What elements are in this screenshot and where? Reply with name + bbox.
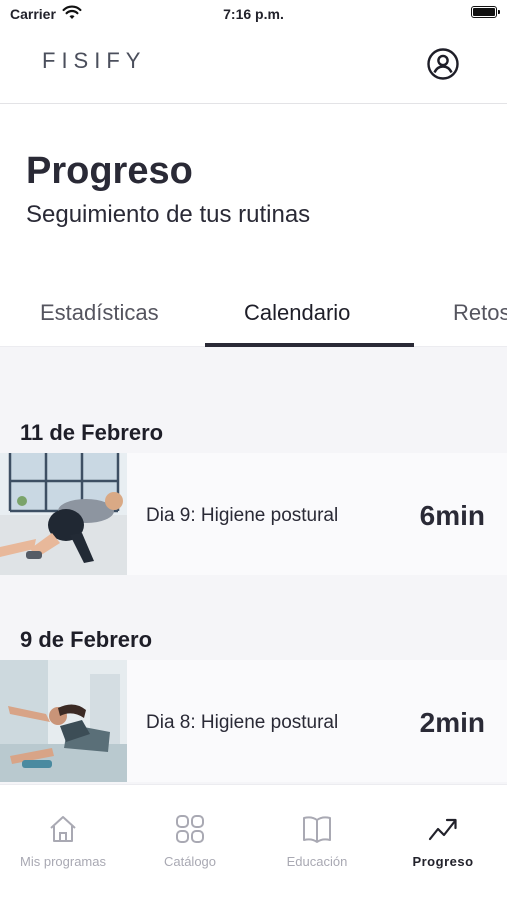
app-logo: FISIFY	[42, 48, 147, 73]
trending-up-icon	[428, 818, 457, 841]
session-thumbnail	[0, 453, 127, 575]
tab-label: Mis programas	[20, 854, 106, 869]
tab-progreso[interactable]: Progreso	[380, 785, 506, 901]
app-header: FISIFY	[0, 28, 507, 104]
page-title: Progreso	[26, 150, 193, 192]
session-duration: 2min	[419, 707, 485, 738]
day-date: 9 de Febrero	[20, 627, 153, 652]
page-subtitle: Seguimiento de tus rutinas	[26, 201, 311, 228]
session-name: Dia 9: Higiene postural	[146, 505, 339, 526]
user-circle-icon	[427, 48, 459, 80]
session-card[interactable]: Dia 8: Higiene postural 2min	[0, 660, 507, 782]
session-name: Dia 8: Higiene postural	[146, 712, 339, 733]
tab-catalogo[interactable]: Catálogo	[127, 785, 253, 901]
session-duration: 6min	[419, 500, 485, 531]
tab-label: Progreso	[412, 854, 474, 869]
tab-mis-programas[interactable]: Mis programas	[0, 785, 126, 901]
battery-icon	[471, 6, 500, 18]
tab-estadisticas[interactable]: Estadísticas	[40, 300, 159, 326]
progress-tabs: Estadísticas Calendario Retos	[0, 290, 507, 350]
home-icon	[50, 816, 76, 842]
bottom-tab-bar: Mis programas Catálogo Educación Progres…	[0, 784, 507, 901]
grid-icon	[176, 815, 204, 843]
tab-calendario[interactable]: Calendario	[244, 300, 350, 326]
tab-educacion[interactable]: Educación	[254, 785, 380, 901]
day-date: 11 de Febrero	[20, 420, 164, 445]
profile-button[interactable]	[426, 47, 460, 81]
session-thumbnail	[0, 660, 127, 782]
clock: 7:16 p.m.	[223, 6, 284, 22]
tab-label: Educación	[286, 854, 348, 869]
book-icon	[303, 816, 331, 843]
status-bar: Carrier 7:16 p.m.	[0, 0, 507, 28]
tab-retos[interactable]: Retos	[453, 300, 507, 326]
tab-label: Catálogo	[163, 854, 217, 869]
calendar-list[interactable]: 11 de Febrero Dia 9: Higiene postural 6m…	[0, 347, 507, 784]
session-card[interactable]: Dia 9: Higiene postural 6min	[0, 453, 507, 575]
